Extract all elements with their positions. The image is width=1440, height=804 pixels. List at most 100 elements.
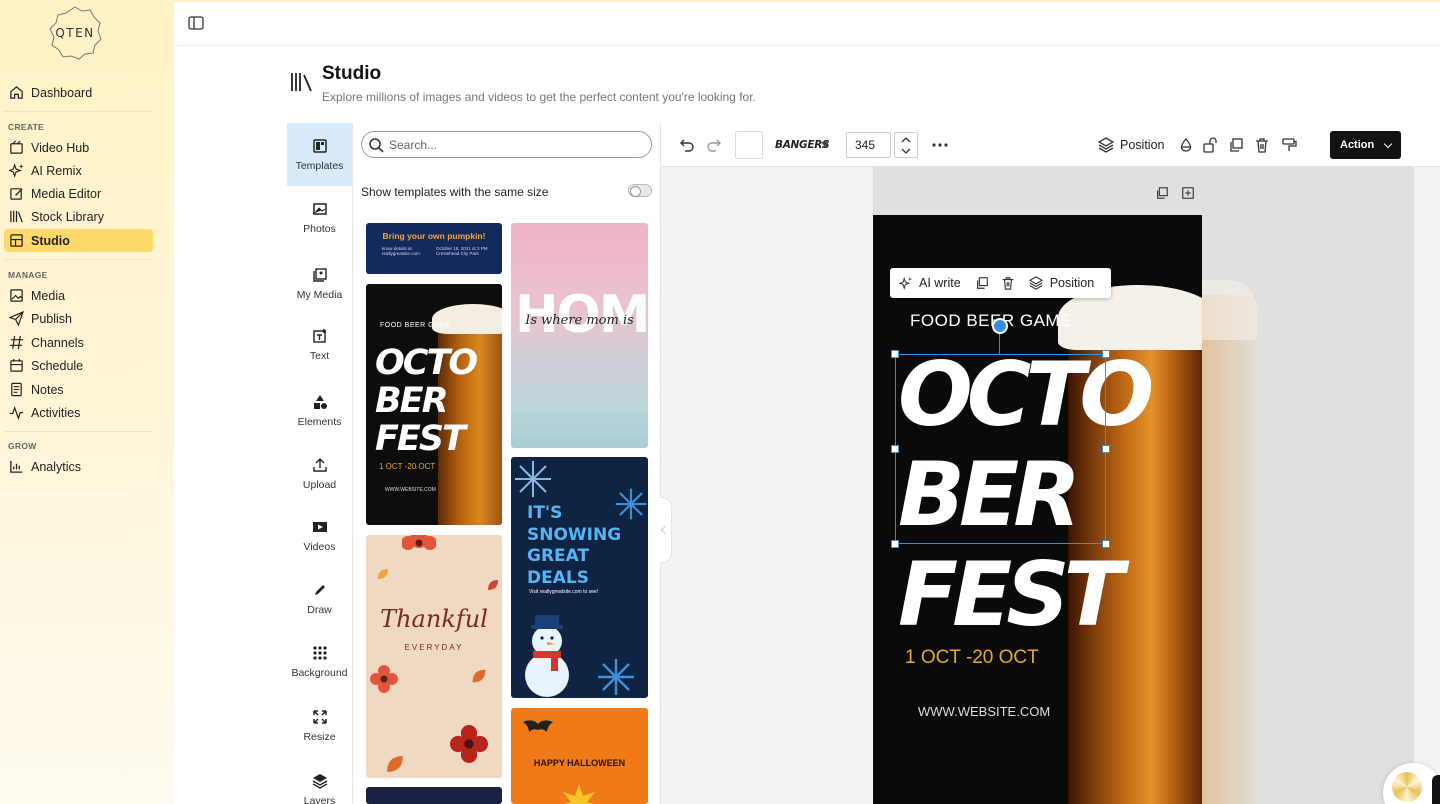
tab-label: Photos — [303, 223, 336, 235]
duplicate-icon[interactable] — [975, 276, 989, 290]
tab-draw[interactable]: Draw — [287, 582, 352, 616]
design-tagline[interactable]: FOOD BEER GAME — [910, 311, 1072, 331]
paint-format-icon[interactable] — [1281, 137, 1297, 153]
sidebar-item-dashboard[interactable]: Dashboard — [4, 81, 153, 104]
template-title: IT'S SNOWING GREAT DEALS — [527, 503, 621, 589]
sidebar-item-schedule[interactable]: Schedule — [4, 354, 153, 377]
sidebar-item-ai-remix[interactable]: AI Remix — [4, 159, 153, 182]
flower-icon — [370, 665, 398, 693]
selection-box[interactable] — [895, 354, 1106, 544]
font-size-stepper[interactable] — [894, 132, 918, 158]
template-pumpkin[interactable]: Bring your own pumpkin! know details at … — [366, 223, 502, 274]
resize-handle-e[interactable] — [1102, 445, 1110, 453]
sidebar-item-channels[interactable]: Channels — [4, 331, 153, 354]
tool-rail: Templates Photos My Media Text Elements … — [287, 123, 352, 804]
tab-videos[interactable]: Videos — [287, 519, 352, 553]
layers-icon — [1028, 276, 1043, 290]
beer-foam-overflow — [1202, 280, 1257, 340]
template-text: FOOD BEER GAME — [380, 322, 451, 329]
trash-icon[interactable] — [1254, 137, 1270, 153]
nav-section-create: CREATE — [8, 122, 45, 132]
tab-upload[interactable]: Upload — [287, 457, 352, 491]
trash-icon[interactable] — [1001, 276, 1015, 290]
collapse-panel-handle[interactable] — [660, 497, 672, 563]
action-button[interactable]: Action — [1330, 131, 1401, 159]
template-text: EVERYDAY — [404, 643, 464, 652]
resize-handle-w[interactable] — [891, 445, 899, 453]
my-media-icon — [312, 268, 327, 282]
tab-my-media[interactable]: My Media — [287, 267, 352, 301]
sidebar-item-notes[interactable]: Notes — [4, 378, 153, 401]
sidebar-item-video-hub[interactable]: Video Hub — [4, 136, 153, 159]
chart-icon — [10, 460, 23, 473]
sidebar-item-publish[interactable]: Publish — [4, 307, 153, 330]
tab-resize[interactable]: Resize — [287, 709, 352, 743]
chevron-down-icon[interactable] — [821, 142, 829, 147]
rail-divider — [352, 123, 353, 804]
template-date: 1 OCT -20 OCT — [379, 462, 436, 471]
tab-elements[interactable]: Elements — [287, 394, 352, 428]
tab-label: Resize — [303, 731, 336, 743]
position-button[interactable]: Position — [1120, 138, 1164, 152]
more-icon[interactable] — [932, 139, 948, 151]
tab-label: Text — [309, 350, 330, 362]
template-snowing[interactable]: IT'S SNOWING GREAT DEALS Visit reallygre… — [511, 457, 648, 698]
unlock-icon[interactable] — [1202, 137, 1218, 153]
add-page-icon[interactable] — [1181, 186, 1195, 200]
resize-handle-nw[interactable] — [891, 350, 899, 358]
text-color-swatch[interactable] — [735, 131, 763, 159]
layers-icon[interactable] — [1098, 137, 1114, 153]
tab-photos[interactable]: Photos — [287, 201, 352, 235]
headline-line: FEST — [898, 543, 1124, 646]
resize-handle-ne[interactable] — [1102, 350, 1110, 358]
tab-text[interactable]: Text — [287, 328, 352, 362]
template-home[interactable]: HOME Is where mom is — [511, 223, 648, 448]
chevron-up-icon[interactable] — [901, 136, 911, 144]
sidebar-item-label: Media — [31, 288, 66, 303]
sidebar-item-media[interactable]: Media — [4, 284, 153, 307]
ai-write-button[interactable]: AI write — [919, 276, 961, 290]
duplicate-icon[interactable] — [1228, 137, 1244, 153]
sidebar-item-studio[interactable]: Studio — [4, 229, 153, 252]
font-size-input[interactable]: 345 — [846, 132, 891, 158]
tab-background[interactable]: Background — [287, 645, 352, 679]
duplicate-page-icon[interactable] — [1155, 186, 1169, 200]
resize-handle-sw[interactable] — [891, 540, 899, 548]
sidebar-item-label: Publish — [31, 311, 72, 326]
sidebar-item-analytics[interactable]: Analytics — [4, 455, 153, 478]
position-button[interactable]: Position — [1050, 276, 1094, 290]
sidebar-item-label: Video Hub — [31, 140, 90, 155]
sidebar-item-stock-library[interactable]: Stock Library — [4, 205, 153, 228]
rotate-handle[interactable] — [992, 318, 1008, 334]
template-title-line: FEST — [375, 419, 466, 459]
chat-widget-edge[interactable] — [1432, 775, 1440, 804]
search-input[interactable] — [389, 137, 629, 152]
image-icon — [10, 289, 23, 302]
sidebar-item-activities[interactable]: Activities — [4, 401, 153, 424]
tab-templates[interactable]: Templates — [287, 123, 352, 186]
sidebar-item-label: AI Remix — [31, 163, 82, 178]
sidebar-item-label: Dashboard — [31, 85, 93, 100]
template-text: October 18, 2021 at 3 PM Crestehead City… — [436, 246, 488, 256]
bat-icon — [523, 720, 553, 732]
template-octoberfest[interactable]: FOOD BEER GAME OCTO BER FEST 1 OCT -20 O… — [366, 284, 502, 525]
same-size-toggle[interactable] — [628, 184, 652, 197]
tab-layers[interactable]: Layers — [287, 773, 352, 804]
tab-label: My Media — [296, 289, 343, 301]
template-halloween[interactable]: HAPPY HALLOWEEN — [511, 708, 648, 804]
redo-icon[interactable] — [706, 137, 722, 153]
background-grid-icon — [312, 646, 327, 660]
undo-icon[interactable] — [679, 137, 695, 153]
opacity-icon[interactable] — [1178, 137, 1194, 153]
template-thankful[interactable]: Thankful EVERYDAY — [366, 535, 502, 778]
logo[interactable]: QTEN — [48, 6, 102, 60]
chevron-down-icon[interactable] — [901, 147, 911, 155]
resize-handle-se[interactable] — [1102, 540, 1110, 548]
design-website[interactable]: WWW.WEBSITE.COM — [918, 704, 1050, 719]
sidebar-toggle-icon[interactable] — [188, 16, 204, 30]
sidebar-item-label: Schedule — [31, 358, 84, 373]
template-search[interactable] — [361, 131, 652, 158]
sidebar-item-media-editor[interactable]: Media Editor — [4, 182, 153, 205]
template-dark[interactable] — [366, 787, 502, 804]
design-date[interactable]: 1 OCT -20 OCT — [905, 647, 1039, 669]
